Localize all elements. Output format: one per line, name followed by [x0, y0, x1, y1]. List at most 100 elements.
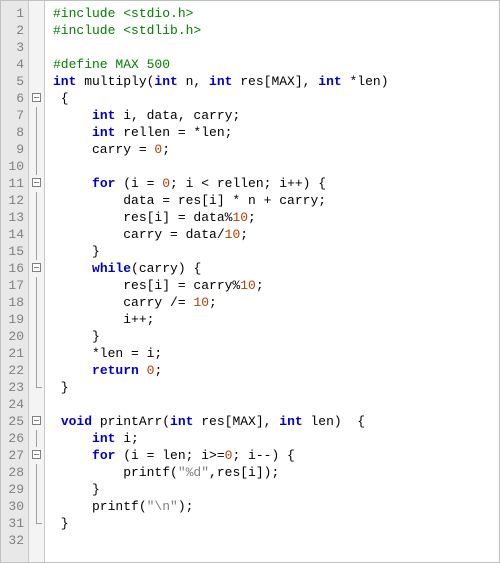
code-line[interactable]: } — [53, 328, 499, 345]
line-number: 17 — [1, 277, 24, 294]
code-line[interactable]: int i; — [53, 430, 499, 447]
fold-line-icon — [36, 345, 37, 362]
code-line[interactable]: printf("%d",res[i]); — [53, 464, 499, 481]
line-number: 27 — [1, 447, 24, 464]
fold-marker — [29, 430, 44, 447]
fold-column — [29, 1, 45, 562]
fold-line-icon — [36, 464, 37, 481]
code-line[interactable]: data = res[i] * n + carry; — [53, 192, 499, 209]
token-id — [53, 176, 92, 191]
code-line[interactable]: carry = data/10; — [53, 226, 499, 243]
token-id: res[MAX], — [232, 74, 318, 89]
fold-line-icon — [36, 328, 37, 345]
code-area[interactable]: #include <stdio.h>#include <stdlib.h> #de… — [45, 1, 499, 562]
code-line[interactable]: } — [53, 243, 499, 260]
token-id: ; — [256, 278, 264, 293]
token-id: res[i] = data% — [53, 210, 232, 225]
code-line[interactable]: } — [53, 515, 499, 532]
token-id: (i = len; i>= — [115, 448, 224, 463]
token-num: 10 — [240, 278, 256, 293]
code-line[interactable]: carry = 0; — [53, 141, 499, 158]
fold-marker — [29, 107, 44, 124]
fold-marker[interactable] — [29, 447, 44, 464]
token-num: 10 — [193, 295, 209, 310]
code-line[interactable]: carry /= 10; — [53, 294, 499, 311]
token-id: rellen = *len; — [115, 125, 232, 140]
code-line[interactable]: while(carry) { — [53, 260, 499, 277]
fold-toggle-icon[interactable] — [32, 93, 41, 102]
code-editor: 1234567891011121314151617181920212223242… — [0, 0, 500, 563]
code-line[interactable]: void printArr(int res[MAX], int len) { — [53, 413, 499, 430]
line-number-gutter: 1234567891011121314151617181920212223242… — [1, 1, 29, 562]
code-line[interactable]: int i, data, carry; — [53, 107, 499, 124]
token-id: carry = data/ — [53, 227, 225, 242]
line-number: 28 — [1, 464, 24, 481]
token-id: ); — [178, 499, 194, 514]
fold-marker — [29, 56, 44, 73]
token-id: printArr( — [92, 414, 170, 429]
line-number: 16 — [1, 260, 24, 277]
fold-toggle-icon[interactable] — [32, 263, 41, 272]
fold-toggle-icon[interactable] — [32, 178, 41, 187]
token-id: ,res[i]); — [209, 465, 279, 480]
fold-marker — [29, 243, 44, 260]
code-line[interactable]: return 0; — [53, 362, 499, 379]
line-number: 18 — [1, 294, 24, 311]
fold-toggle-icon[interactable] — [32, 416, 41, 425]
line-number: 29 — [1, 481, 24, 498]
token-id — [53, 125, 92, 140]
token-id: printf( — [53, 465, 178, 480]
token-kw: int — [53, 74, 76, 89]
token-id — [53, 448, 92, 463]
line-number: 3 — [1, 39, 24, 56]
token-kw: int — [318, 74, 341, 89]
line-number: 30 — [1, 498, 24, 515]
code-line[interactable]: res[i] = carry%10; — [53, 277, 499, 294]
line-number: 5 — [1, 73, 24, 90]
fold-marker[interactable] — [29, 413, 44, 430]
code-line[interactable]: #define MAX 500 — [53, 56, 499, 73]
code-line[interactable]: int multiply(int n, int res[MAX], int *l… — [53, 73, 499, 90]
code-line[interactable]: #include <stdio.h> — [53, 5, 499, 22]
token-pp: #include <stdio.h> — [53, 6, 193, 21]
fold-marker — [29, 464, 44, 481]
token-id: ; i < rellen; i++) { — [170, 176, 326, 191]
fold-toggle-icon[interactable] — [32, 450, 41, 459]
token-id — [53, 108, 92, 123]
line-number: 12 — [1, 192, 24, 209]
token-id: *len) — [342, 74, 389, 89]
fold-line-icon — [36, 481, 37, 498]
code-line[interactable]: res[i] = data%10; — [53, 209, 499, 226]
code-line[interactable] — [53, 39, 499, 56]
line-number: 13 — [1, 209, 24, 226]
fold-marker — [29, 158, 44, 175]
token-kw: int — [92, 431, 115, 446]
fold-marker[interactable] — [29, 175, 44, 192]
token-id: } — [53, 380, 69, 395]
code-line[interactable]: for (i = 0; i < rellen; i++) { — [53, 175, 499, 192]
code-line[interactable]: { — [53, 90, 499, 107]
code-line[interactable]: for (i = len; i>=0; i--) { — [53, 447, 499, 464]
fold-marker[interactable] — [29, 260, 44, 277]
fold-marker — [29, 345, 44, 362]
code-line[interactable] — [53, 396, 499, 413]
line-number: 9 — [1, 141, 24, 158]
fold-marker — [29, 362, 44, 379]
code-line[interactable]: printf("\n"); — [53, 498, 499, 515]
code-line[interactable]: i++; — [53, 311, 499, 328]
token-id: (i = — [115, 176, 162, 191]
code-line[interactable] — [53, 158, 499, 175]
code-line[interactable]: #include <stdlib.h> — [53, 22, 499, 39]
fold-marker[interactable] — [29, 90, 44, 107]
fold-marker — [29, 22, 44, 39]
token-kw: void — [61, 414, 92, 429]
code-line[interactable]: *len = i; — [53, 345, 499, 362]
code-line[interactable]: } — [53, 481, 499, 498]
fold-marker — [29, 379, 44, 396]
token-id: res[i] = carry% — [53, 278, 240, 293]
code-line[interactable] — [53, 532, 499, 549]
token-str: "%d" — [178, 465, 209, 480]
code-line[interactable]: int rellen = *len; — [53, 124, 499, 141]
code-line[interactable]: } — [53, 379, 499, 396]
token-id: ; — [154, 363, 162, 378]
